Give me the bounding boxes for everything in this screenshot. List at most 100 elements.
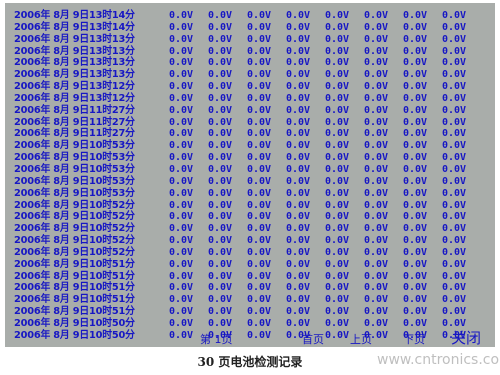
voltage-reading: 0.0V xyxy=(325,116,350,128)
voltage-reading: 0.0V xyxy=(442,163,467,175)
voltage-reading: 0.0V xyxy=(247,282,272,294)
voltage-reading: 0.0V xyxy=(364,69,389,81)
voltage-reading: 0.0V xyxy=(286,199,311,211)
voltage-reading: 0.0V xyxy=(247,187,272,199)
voltage-reading: 0.0V xyxy=(364,116,389,128)
voltage-reading: 0.0V xyxy=(403,92,428,104)
voltage-reading: 0.0V xyxy=(442,152,467,164)
record-timestamp: 2006年 8月 9日10时51分 xyxy=(14,294,135,306)
voltage-reading: 0.0V xyxy=(208,258,233,270)
voltage-reading: 0.0V xyxy=(442,104,467,116)
voltage-reading: 0.0V xyxy=(325,270,350,282)
voltage-reading: 0.0V xyxy=(325,175,350,187)
voltage-reading: 0.0V xyxy=(208,270,233,282)
voltage-reading: 0.0V xyxy=(403,21,428,33)
voltage-reading: 0.0V xyxy=(364,152,389,164)
voltage-reading: 0.0V xyxy=(247,21,272,33)
voltage-reading: 0.0V xyxy=(364,21,389,33)
record-timestamp: 2006年 8月 9日10时51分 xyxy=(14,258,135,270)
voltage-reading: 0.0V xyxy=(325,69,350,81)
voltage-reading: 0.0V xyxy=(208,235,233,247)
voltage-reading: 0.0V xyxy=(247,81,272,93)
voltage-reading: 0.0V xyxy=(286,140,311,152)
voltage-reading: 0.0V xyxy=(325,246,350,258)
previous-page-button[interactable]: 上页 xyxy=(350,331,372,347)
voltage-reading: 0.0V xyxy=(403,104,428,116)
voltage-reading: 0.0V xyxy=(169,57,194,69)
voltage-reading: 0.0V xyxy=(286,33,311,45)
voltage-reading: 0.0V xyxy=(247,33,272,45)
voltage-reading: 0.0V xyxy=(169,175,194,187)
first-page-button[interactable]: 首页 xyxy=(302,331,324,347)
voltage-reading: 0.0V xyxy=(364,282,389,294)
voltage-reading: 0.0V xyxy=(442,128,467,140)
voltage-reading: 0.0V xyxy=(169,294,194,306)
voltage-reading: 0.0V xyxy=(364,163,389,175)
voltage-reading: 0.0V xyxy=(325,258,350,270)
voltage-reading: 0.0V xyxy=(169,104,194,116)
next-page-button[interactable]: 下页 xyxy=(403,331,425,347)
voltage-reading: 0.0V xyxy=(169,116,194,128)
voltage-reading: 0.0V xyxy=(247,294,272,306)
voltage-reading: 0.0V xyxy=(169,152,194,164)
voltage-reading: 0.0V xyxy=(169,199,194,211)
voltage-reading: 0.0V xyxy=(247,258,272,270)
voltage-reading: 0.0V xyxy=(247,199,272,211)
voltage-reading: 0.0V xyxy=(286,306,311,318)
voltage-reading: 0.0V xyxy=(247,128,272,140)
voltage-reading: 0.0V xyxy=(169,270,194,282)
record-timestamp: 2006年 8月 9日10时52分 xyxy=(14,223,135,235)
voltage-reading: 0.0V xyxy=(208,306,233,318)
voltage-reading: 0.0V xyxy=(208,140,233,152)
voltage-reading: 0.0V xyxy=(364,258,389,270)
record-timestamp: 2006年 8月 9日13时13分 xyxy=(14,69,135,81)
voltage-reading: 0.0V xyxy=(403,199,428,211)
voltage-reading: 0.0V xyxy=(169,10,194,21)
voltage-reading: 0.0V xyxy=(247,223,272,235)
voltage-reading: 0.0V xyxy=(403,294,428,306)
voltage-reading: 0.0V xyxy=(286,45,311,57)
voltage-reading: 0.0V xyxy=(442,10,467,21)
record-timestamp: 2006年 8月 9日11时27分 xyxy=(14,104,135,116)
voltage-reading: 0.0V xyxy=(442,57,467,69)
voltage-reading: 0.0V xyxy=(403,116,428,128)
voltage-reading: 0.0V xyxy=(247,246,272,258)
voltage-reading: 0.0V xyxy=(403,306,428,318)
voltage-reading: 0.0V xyxy=(208,128,233,140)
voltage-reading: 0.0V xyxy=(247,92,272,104)
voltage-reading: 0.0V xyxy=(403,211,428,223)
voltage-reading: 0.0V xyxy=(286,81,311,93)
voltage-reading: 0.0V xyxy=(286,246,311,258)
voltage-reading: 0.0V xyxy=(325,199,350,211)
voltage-reading: 0.0V xyxy=(169,21,194,33)
voltage-reading: 0.0V xyxy=(403,81,428,93)
voltage-reading: 0.0V xyxy=(286,92,311,104)
record-timestamp: 2006年 8月 9日10时52分 xyxy=(14,235,135,247)
voltage-reading: 0.0V xyxy=(442,270,467,282)
record-timestamp: 2006年 8月 9日10时53分 xyxy=(14,175,135,187)
watermark: www.cntronics.com xyxy=(377,352,500,368)
voltage-reading: 0.0V xyxy=(403,33,428,45)
voltage-reading: 0.0V xyxy=(325,282,350,294)
record-timestamp: 2006年 8月 9日10时52分 xyxy=(14,246,135,258)
voltage-reading: 0.0V xyxy=(325,294,350,306)
record-timestamp: 2006年 8月 9日13时13分 xyxy=(14,33,135,45)
voltage-reading: 0.0V xyxy=(325,81,350,93)
voltage-reading: 0.0V xyxy=(442,33,467,45)
record-timestamp: 2006年 8月 9日11时27分 xyxy=(14,116,135,128)
voltage-reading: 0.0V xyxy=(442,246,467,258)
voltage-reading: 0.0V xyxy=(325,235,350,247)
voltage-reading: 0.0V xyxy=(208,45,233,57)
voltage-reading: 0.0V xyxy=(325,45,350,57)
voltage-reading: 0.0V xyxy=(442,69,467,81)
voltage-reading: 0.0V xyxy=(247,10,272,21)
close-button[interactable]: 关闭 xyxy=(451,327,481,347)
voltage-reading: 0.0V xyxy=(169,306,194,318)
record-timestamp: 2006年 8月 9日13时14分 xyxy=(14,21,135,33)
voltage-reading: 0.0V xyxy=(286,128,311,140)
voltage-reading: 0.0V xyxy=(403,152,428,164)
voltage-reading: 0.0V xyxy=(442,258,467,270)
voltage-reading: 0.0V xyxy=(286,57,311,69)
voltage-reading: 0.0V xyxy=(169,45,194,57)
page-indicator: 第 1页 xyxy=(200,333,233,346)
